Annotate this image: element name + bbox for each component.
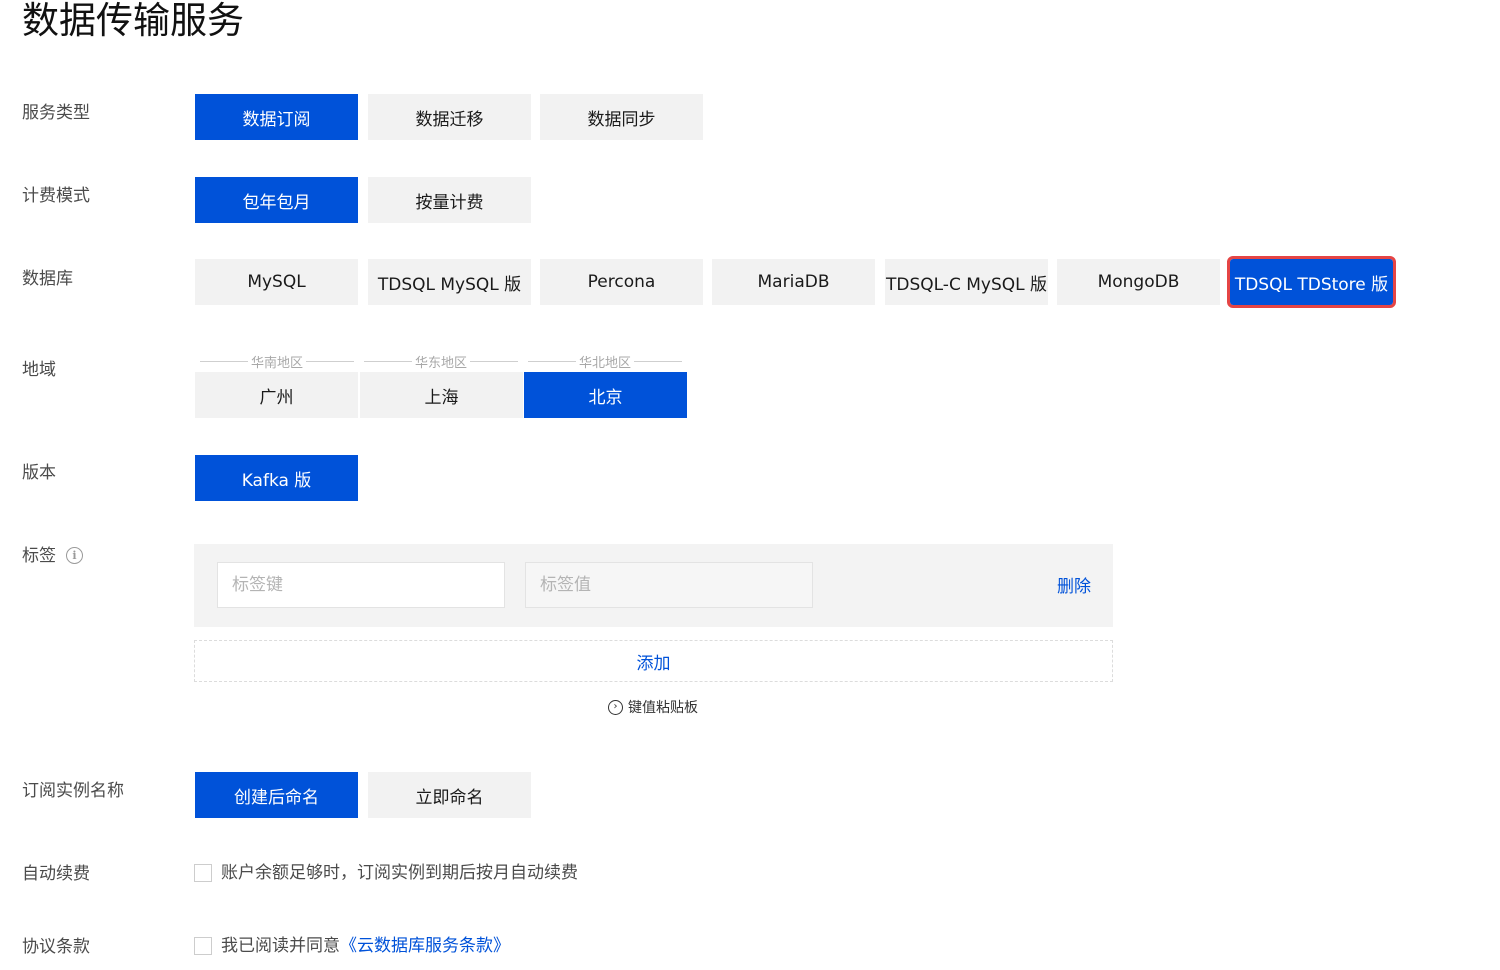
tag-delete-link[interactable]: 删除 [1057,572,1091,597]
region-option-shanghai[interactable]: 上海 [360,372,523,418]
tags-label: 标签 [22,546,56,566]
tag-row: 删除 [194,544,1113,627]
database-option-mongodb[interactable]: MongoDB [1057,259,1220,305]
region-option-beijing[interactable]: 北京 [524,372,687,418]
auto-renew-label: 自动续费 [22,864,90,884]
info-icon[interactable]: i [66,547,83,564]
auto-renew-text: 账户余额足够时，订阅实例到期后按月自动续费 [221,863,578,883]
chevron-right-circle-icon: › [608,699,623,715]
service-type-option-subscribe[interactable]: 数据订阅 [195,94,358,140]
tag-key-input[interactable] [217,562,505,608]
tag-add-button[interactable]: 添加 [194,640,1113,682]
agreement-text: 我已阅读并同意《云数据库服务条款》 [221,936,510,956]
instance-name-option-later[interactable]: 创建后命名 [195,772,358,818]
agreement-label: 协议条款 [22,937,90,957]
page-title: 数据传输服务 [22,0,244,42]
database-option-percona[interactable]: Percona [540,259,703,305]
instance-name-label: 订阅实例名称 [22,781,124,801]
tag-add-label: 添加 [636,653,671,674]
database-option-tdsql-tdstore[interactable]: TDSQL TDStore 版 [1227,256,1396,308]
tag-paste-board-toggle[interactable]: › 键值粘贴板 [608,697,698,717]
region-option-guangzhou[interactable]: 广州 [195,372,358,418]
region-group-south: 华南地区 [200,352,355,371]
service-type-option-sync[interactable]: 数据同步 [540,94,703,140]
region-group-east: 华东地区 [364,352,519,371]
instance-name-option-now[interactable]: 立即命名 [368,772,531,818]
version-option-kafka[interactable]: Kafka 版 [195,455,358,501]
agreement-terms-link[interactable]: 《云数据库服务条款》 [340,936,510,956]
service-type-option-migration[interactable]: 数据迁移 [368,94,531,140]
billing-mode-label: 计费模式 [22,186,90,206]
service-type-label: 服务类型 [22,103,90,123]
region-label: 地域 [22,360,56,380]
version-label: 版本 [22,463,56,483]
database-option-tdsql-mysql[interactable]: TDSQL MySQL 版 [368,259,531,305]
auto-renew-checkbox[interactable] [194,864,212,882]
database-option-mysql[interactable]: MySQL [195,259,358,305]
database-option-tdsql-c-mysql[interactable]: TDSQL-C MySQL 版 [885,259,1048,305]
tag-paste-board-label: 键值粘贴板 [628,700,698,716]
billing-mode-option-pay-as-you-go[interactable]: 按量计费 [368,177,531,223]
database-label: 数据库 [22,269,73,289]
agreement-checkbox[interactable] [194,937,212,955]
billing-mode-option-monthly[interactable]: 包年包月 [195,177,358,223]
tag-value-input[interactable] [525,562,813,608]
database-option-mariadb[interactable]: MariaDB [712,259,875,305]
agreement-prefix: 我已阅读并同意 [221,936,340,956]
region-group-north: 华北地区 [528,352,683,371]
